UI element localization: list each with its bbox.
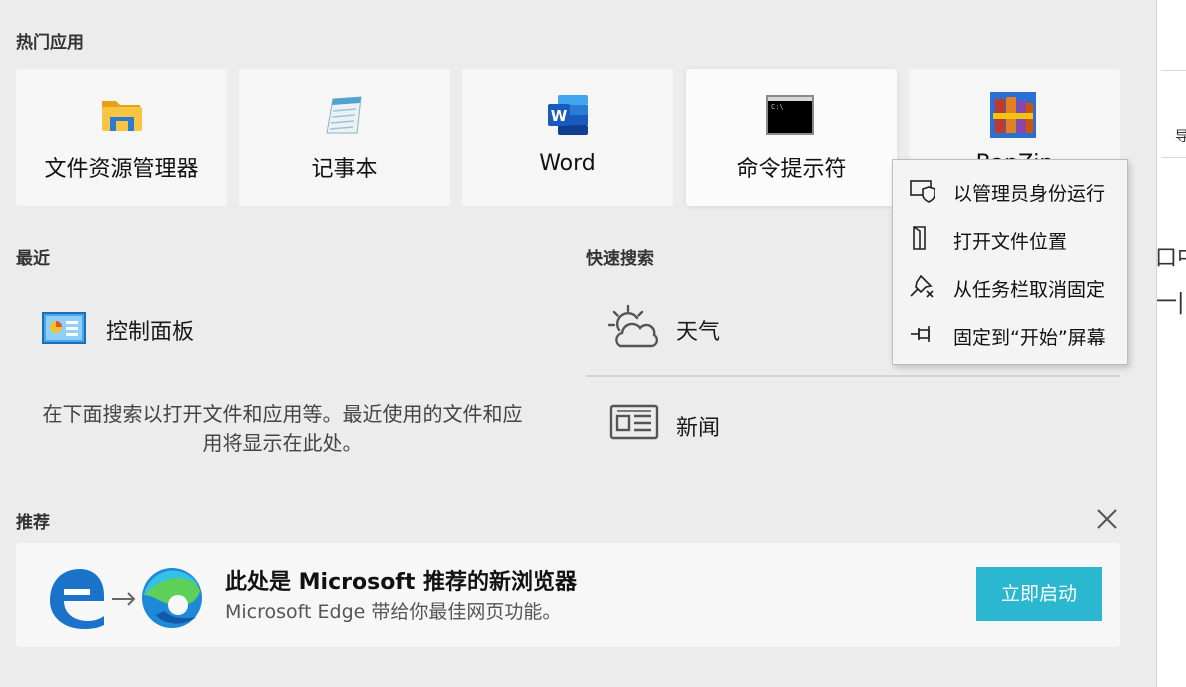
menu-item-pin-start[interactable]: 固定到“开始”屏幕 bbox=[893, 309, 1127, 357]
app-tile-label: 记事本 bbox=[311, 157, 378, 182]
file-location-icon bbox=[913, 226, 926, 250]
bandizip-icon bbox=[990, 92, 1036, 138]
recent-title: 最近 bbox=[16, 249, 50, 269]
background-text: 一| bbox=[1156, 290, 1185, 315]
quick-search-news[interactable]: 新闻 bbox=[608, 400, 908, 448]
background-text: 口中 bbox=[1156, 246, 1186, 271]
context-menu: 以管理员身份运行 打开文件位置 从任务栏取消固定 固定到“开始”屏幕 bbox=[892, 159, 1128, 365]
divider bbox=[1161, 70, 1186, 71]
recommended-card-subtitle: Microsoft Edge 带给你最佳网页功能。 bbox=[225, 601, 562, 623]
app-tile-label: 文件资源管理器 bbox=[44, 157, 199, 182]
quick-search-title: 快速搜索 bbox=[586, 249, 654, 269]
recommended-title: 推荐 bbox=[16, 513, 50, 533]
cmd-icon: C:\ bbox=[766, 95, 814, 135]
app-tile-word[interactable]: W Word bbox=[462, 69, 673, 206]
top-apps-title: 热门应用 bbox=[16, 33, 84, 53]
control-panel-icon bbox=[42, 312, 86, 344]
menu-item-label: 打开文件位置 bbox=[953, 231, 1068, 253]
notepad-icon bbox=[326, 96, 362, 134]
app-tile-label: Word bbox=[539, 151, 596, 176]
svg-text:W: W bbox=[551, 107, 568, 125]
recommended-card-title: 此处是 Microsoft 推荐的新浏览器 bbox=[225, 570, 578, 595]
menu-item-label: 固定到“开始”屏幕 bbox=[953, 327, 1106, 349]
recent-item-label: 控制面板 bbox=[106, 320, 195, 345]
news-icon bbox=[609, 404, 659, 440]
legacy-edge-icon bbox=[50, 569, 104, 629]
recommended-card: 此处是 Microsoft 推荐的新浏览器 Microsoft Edge 带给你… bbox=[16, 543, 1120, 647]
unpin-icon bbox=[910, 274, 934, 298]
app-tile-label: 命令提示符 bbox=[736, 157, 847, 182]
quick-search-divider bbox=[586, 375, 1120, 377]
weather-icon bbox=[608, 304, 659, 348]
menu-item-label: 从任务栏取消固定 bbox=[953, 279, 1106, 301]
app-tile-file-explorer[interactable]: 文件资源管理器 bbox=[16, 69, 227, 206]
quick-search-weather[interactable]: 天气 bbox=[608, 304, 908, 352]
menu-item-label: 以管理员身份运行 bbox=[953, 183, 1106, 205]
background-text: 导 bbox=[1175, 126, 1186, 146]
divider bbox=[1161, 157, 1186, 158]
recent-empty-hint: 在下面搜索以打开文件和应用等。最近使用的文件和应用将显示在此处。 bbox=[42, 402, 523, 455]
menu-item-open-file-location[interactable]: 打开文件位置 bbox=[893, 213, 1127, 261]
arrow-right-icon bbox=[112, 592, 136, 606]
menu-item-unpin-taskbar[interactable]: 从任务栏取消固定 bbox=[893, 261, 1127, 309]
admin-shield-icon bbox=[910, 180, 935, 203]
background-window: 导 口中 一| bbox=[1156, 0, 1186, 687]
quick-search-label: 新闻 bbox=[676, 416, 721, 441]
svg-text:C:\: C:\ bbox=[771, 103, 784, 111]
recent-item-control-panel[interactable]: 控制面板 bbox=[42, 312, 342, 346]
search-start-panel: 热门应用 文件资源管理器 记事本 W Word C:\ 命令提示符 最近 控制面… bbox=[0, 0, 1156, 687]
app-tile-command-prompt[interactable]: C:\ 命令提示符 bbox=[686, 69, 897, 206]
word-icon: W bbox=[548, 95, 588, 135]
launch-now-button[interactable]: 立即启动 bbox=[976, 567, 1102, 621]
close-icon[interactable] bbox=[1094, 506, 1120, 532]
new-edge-icon bbox=[142, 568, 202, 628]
app-tile-notepad[interactable]: 记事本 bbox=[239, 69, 450, 206]
folder-icon bbox=[102, 101, 142, 131]
menu-item-run-as-admin[interactable]: 以管理员身份运行 bbox=[893, 165, 1127, 213]
quick-search-label: 天气 bbox=[676, 320, 721, 345]
pin-icon bbox=[911, 326, 930, 342]
edge-logos bbox=[50, 568, 202, 629]
